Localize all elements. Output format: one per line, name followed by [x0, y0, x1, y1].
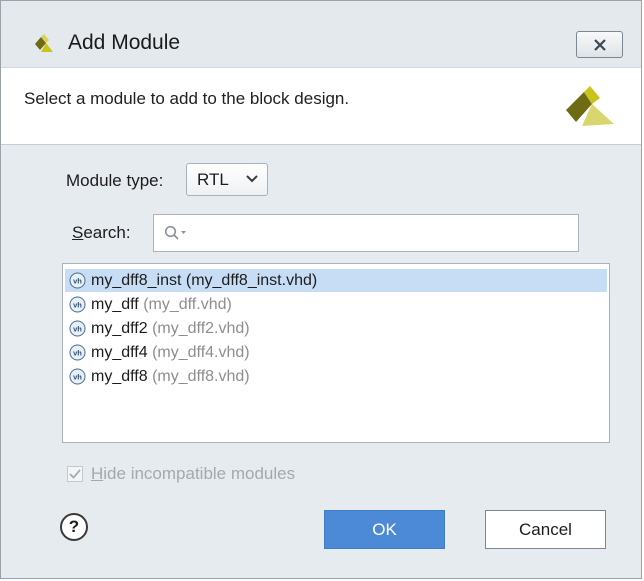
module-type-value: RTL	[197, 170, 229, 189]
list-item[interactable]: vh my_dff4 (my_dff4.vhd)	[65, 341, 607, 364]
list-item[interactable]: vh my_dff8 (my_dff8.vhd)	[65, 365, 607, 388]
close-button[interactable]	[576, 31, 623, 58]
vhdl-file-icon: vh	[69, 272, 86, 289]
module-file: (my_dff.vhd)	[143, 296, 232, 313]
module-name: my_dff4	[91, 344, 148, 361]
close-icon	[593, 38, 606, 51]
svg-text:vh: vh	[73, 349, 82, 358]
ok-button[interactable]: OK	[324, 510, 445, 549]
svg-text:vh: vh	[73, 277, 82, 286]
dialog-title: Add Module	[68, 31, 181, 54]
chevron-down-icon	[246, 175, 258, 183]
description-panel: Select a module to add to the block desi…	[1, 67, 641, 145]
hide-incompatible-label: Hide incompatible modules	[91, 464, 295, 484]
module-name: my_dff	[91, 296, 139, 313]
list-item[interactable]: vh my_dff (my_dff.vhd)	[65, 293, 607, 316]
hide-label-mnemonic: H	[91, 464, 104, 483]
list-item[interactable]: vh my_dff8_inst (my_dff8_inst.vhd)	[65, 269, 607, 292]
help-button[interactable]: ?	[60, 513, 88, 541]
vhdl-file-icon: vh	[69, 296, 86, 313]
list-item[interactable]: vh my_dff2 (my_dff2.vhd)	[65, 317, 607, 340]
cancel-button[interactable]: Cancel	[485, 510, 606, 549]
module-file: (my_dff8_inst.vhd)	[185, 272, 318, 289]
module-type-label: Module type:	[66, 171, 164, 190]
checkmark-icon	[69, 469, 81, 479]
module-name: my_dff8	[91, 368, 148, 385]
description-text: Select a module to add to the block desi…	[24, 89, 350, 108]
module-name: my_dff8_inst	[91, 272, 182, 289]
search-input[interactable]	[153, 214, 579, 252]
hide-incompatible-checkbox[interactable]	[67, 466, 83, 482]
module-list[interactable]: vh my_dff8_inst (my_dff8_inst.vhd) vh my…	[62, 263, 610, 443]
module-file: (my_dff4.vhd)	[152, 344, 250, 361]
search-label-text: earch:	[83, 223, 131, 242]
module-name: my_dff2	[91, 320, 148, 337]
add-module-dialog: Add Module Select a module to add to the…	[0, 0, 642, 579]
svg-text:vh: vh	[73, 301, 82, 310]
xilinx-logo-icon	[566, 86, 614, 126]
vhdl-file-icon: vh	[69, 320, 86, 337]
xilinx-logo-icon	[35, 34, 53, 52]
vhdl-file-icon: vh	[69, 344, 86, 361]
search-icon	[164, 225, 186, 240]
module-file: (my_dff8.vhd)	[152, 368, 250, 385]
search-label-mnemonic: S	[72, 223, 84, 242]
vhdl-file-icon: vh	[69, 368, 86, 385]
svg-text:vh: vh	[73, 325, 82, 334]
module-type-select[interactable]: RTL	[186, 163, 268, 196]
module-file: (my_dff2.vhd)	[152, 320, 250, 337]
svg-text:vh: vh	[73, 373, 82, 382]
hide-label-text: ide incompatible modules	[103, 464, 296, 483]
search-label: Search:	[72, 223, 131, 243]
